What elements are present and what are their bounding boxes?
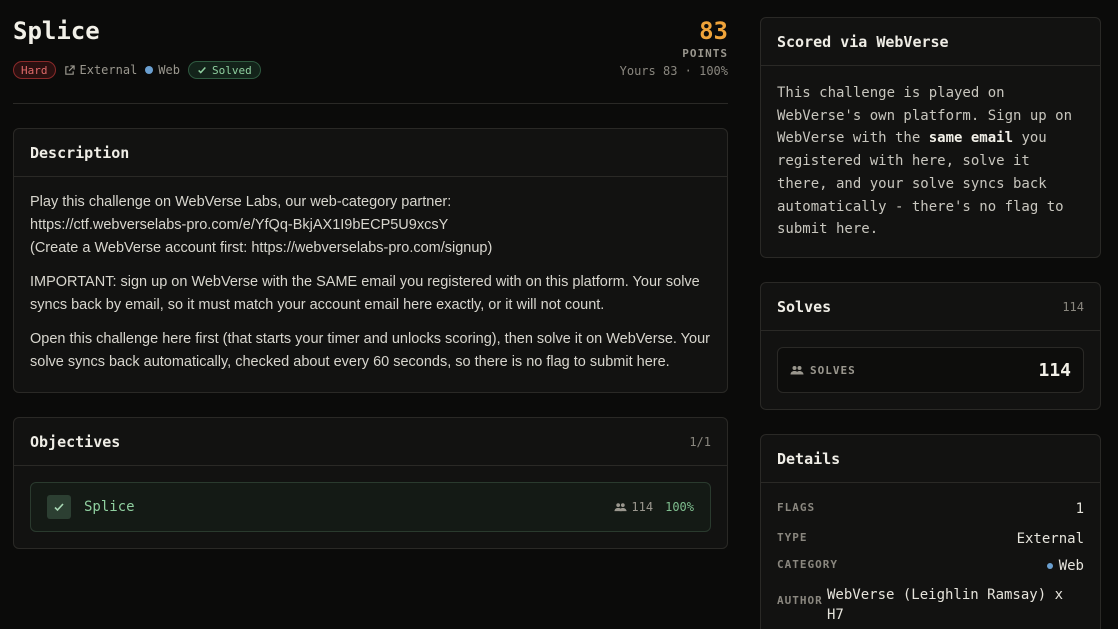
detail-category-text: Web <box>1058 558 1084 574</box>
detail-type-label: TYPE <box>777 531 808 544</box>
objective-solves: 114 <box>614 500 653 514</box>
details-header: Details <box>761 435 1100 483</box>
solves-count: 114 <box>1062 299 1084 314</box>
scored-text-2: you registered with here, solve it there… <box>777 130 1064 238</box>
solves-value: 114 <box>1038 359 1071 381</box>
detail-author-value: WebVerse (Leighlin Ramsay) x H7 <box>827 587 1064 623</box>
challenge-meta: Hard External Web Solved <box>13 61 261 79</box>
objectives-title: Objectives <box>30 432 121 451</box>
kind-tag: External <box>64 63 138 77</box>
objectives-header: Objectives 1/1 <box>14 418 727 466</box>
difficulty-badge: Hard <box>13 61 56 79</box>
solves-card: Solves 114 SOLVES 114 <box>760 282 1101 410</box>
kind-label: External <box>79 63 138 77</box>
your-score: Yours 83 · 100% <box>619 64 728 78</box>
detail-author-label: AUTHOR <box>777 594 823 607</box>
description-body: Play this challenge on WebVerse Labs, ou… <box>14 177 727 392</box>
scored-body: This challenge is played on WebVerse's o… <box>761 66 1100 257</box>
solves-header: Solves 114 <box>761 283 1100 331</box>
objective-name: Splice <box>84 499 135 515</box>
category-label: Web <box>158 63 180 77</box>
scored-title: Scored via WebVerse <box>777 32 949 51</box>
details-card: Details FLAGS 1 TYPE External CATEGORY W… <box>760 434 1101 629</box>
detail-category: CATEGORY Web <box>777 558 1084 585</box>
objectives-count: 1/1 <box>689 434 711 449</box>
detail-category-value: Web <box>1046 558 1084 574</box>
description-title: Description <box>30 143 130 162</box>
solves-title: Solves <box>777 297 832 316</box>
description-link-challenge[interactable]: https://ctf.webverselabs-pro.com/e/YfQq-… <box>30 217 448 233</box>
detail-flags-value: 1 <box>1075 501 1084 517</box>
objective-percent: 100% <box>665 500 694 514</box>
detail-type: TYPE External <box>777 531 1084 558</box>
objective-stats: 114 100% <box>614 500 694 514</box>
description-important: IMPORTANT: sign up on WebVerse with the … <box>30 274 700 313</box>
objectives-card: Objectives 1/1 Splice 114 100% <box>13 417 728 549</box>
check-icon <box>198 66 206 74</box>
scored-card: Scored via WebVerse This challenge is pl… <box>760 17 1101 258</box>
solved-badge: Solved <box>187 61 261 79</box>
points-label: POINTS <box>682 47 728 60</box>
description-instructions: Open this challenge here first (that sta… <box>30 331 710 370</box>
scored-emphasis: same email <box>928 130 1014 147</box>
divider <box>13 103 728 104</box>
solves-label-text: SOLVES <box>810 363 856 377</box>
detail-flags: FLAGS 1 <box>777 501 1084 531</box>
page-title: Splice <box>13 17 100 45</box>
users-icon <box>790 366 804 375</box>
details-title: Details <box>777 449 841 468</box>
detail-flags-label: FLAGS <box>777 501 816 514</box>
solves-stat: SOLVES 114 <box>777 347 1084 393</box>
solves-stat-label: SOLVES <box>790 364 856 377</box>
category-dot-icon <box>145 66 154 74</box>
detail-category-label: CATEGORY <box>777 558 838 571</box>
objective-check-icon <box>47 495 71 519</box>
category-tag: Web <box>145 63 180 77</box>
detail-type-value: External <box>1016 531 1084 547</box>
external-link-icon <box>64 64 75 75</box>
detail-author: AUTHOR WebVerse (Leighlin Ramsay) x H7 <box>777 585 1084 625</box>
details-body: FLAGS 1 TYPE External CATEGORY Web AUTHO… <box>761 483 1100 629</box>
objective-solves-count: 114 <box>631 500 654 514</box>
description-line-signup[interactable]: (Create a WebVerse account first: https:… <box>30 240 492 256</box>
objective-item[interactable]: Splice 114 100% <box>30 482 711 532</box>
scored-header: Scored via WebVerse <box>761 18 1100 66</box>
description-line-1: Play this challenge on WebVerse Labs, ou… <box>30 194 452 210</box>
category-dot-icon <box>1046 563 1053 569</box>
description-card: Description Play this challenge on WebVe… <box>13 128 728 393</box>
description-header: Description <box>14 129 727 177</box>
points-value: 83 <box>699 17 728 45</box>
users-icon <box>614 503 627 512</box>
solved-label: Solved <box>211 63 252 77</box>
